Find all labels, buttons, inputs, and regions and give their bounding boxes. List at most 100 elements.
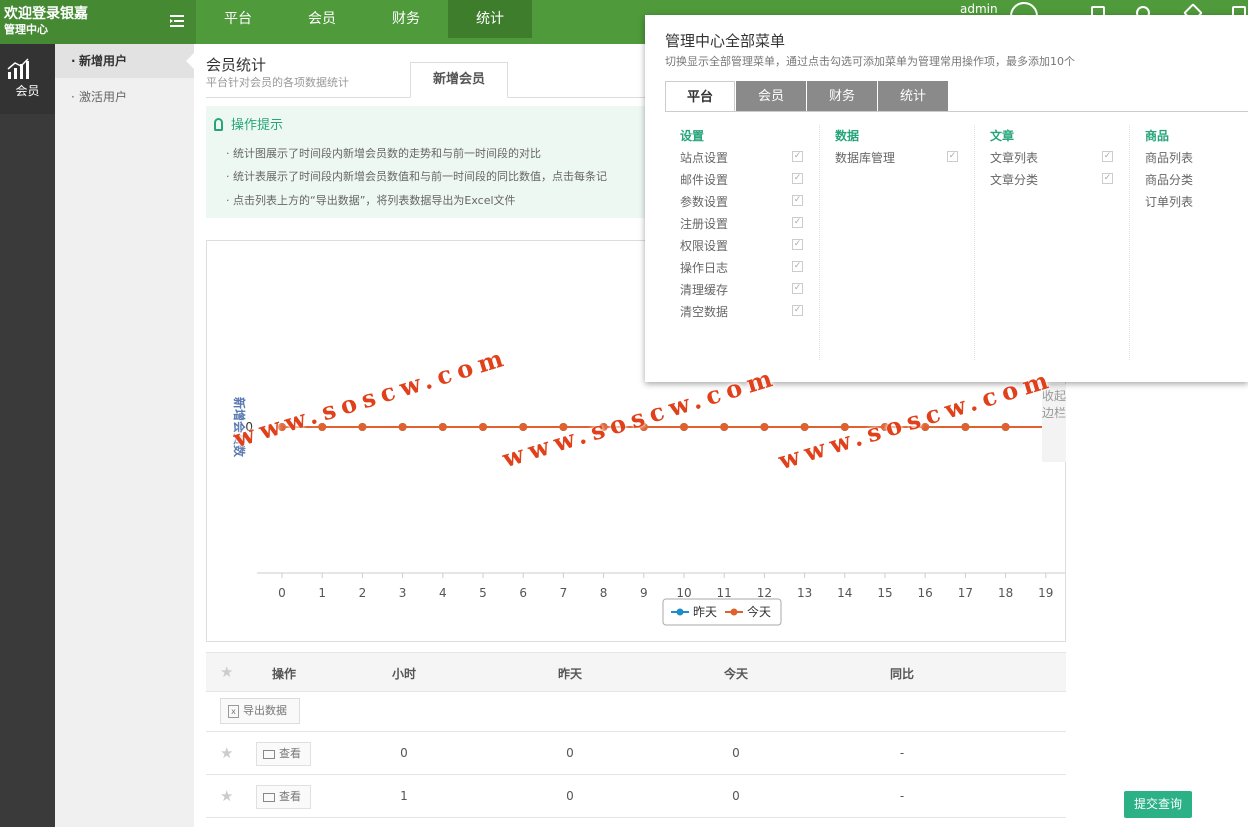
submenu-new-users-label: 新增用户 xyxy=(79,54,128,68)
module-member-label: 会员 xyxy=(15,84,40,98)
checkbox-icon[interactable]: ✓ xyxy=(792,283,803,294)
checkbox-icon[interactable]: ✓ xyxy=(947,151,958,162)
x-tick-label: 17 xyxy=(958,586,973,600)
menu-item[interactable]: 注册设置 xyxy=(680,215,728,232)
submit-query-button[interactable]: 提交查询 xyxy=(1124,791,1192,818)
x-tick-label: 2 xyxy=(359,586,367,600)
panel-subtitle: 切换显示全部管理菜单，通过点击勾选可添加菜单为管理常用操作项，最多添加10个 xyxy=(665,55,1075,68)
data-point xyxy=(720,423,729,431)
export-row: x 导出数据 xyxy=(206,692,1066,732)
view-button[interactable]: 查看 xyxy=(256,785,311,809)
menu-item[interactable]: 清理缓存 xyxy=(680,281,728,298)
menu-column-title: 文章 xyxy=(990,129,1015,143)
chart-icon xyxy=(7,58,29,79)
tip-item: · 点击列表上方的“导出数据”，将列表数据导出为Excel文件 xyxy=(226,194,516,207)
nav-member[interactable]: 会员 xyxy=(280,0,364,38)
menu-item[interactable]: 商品列表 xyxy=(1145,149,1193,166)
tab-new-members[interactable]: 新增会员 xyxy=(410,62,508,98)
panel-tab-finance[interactable]: 财务 xyxy=(807,81,877,112)
panel-tab-member[interactable]: 会员 xyxy=(736,81,806,112)
star-icon[interactable]: ★ xyxy=(220,787,233,805)
data-point xyxy=(519,423,528,431)
export-label: 导出数据 xyxy=(243,704,287,717)
star-icon[interactable]: ★ xyxy=(220,663,233,681)
tips-heading: 操作提示 xyxy=(214,114,283,133)
module-member[interactable]: 会员 xyxy=(0,44,55,114)
menu-item[interactable]: 邮件设置 xyxy=(680,171,728,188)
panel-tab-stats[interactable]: 统计 xyxy=(878,81,948,112)
active-arrow-icon xyxy=(186,53,194,69)
x-tick-label: 9 xyxy=(640,586,648,600)
legend-label: 昨天 xyxy=(693,605,717,619)
checkbox-icon[interactable]: ✓ xyxy=(792,151,803,162)
data-point xyxy=(479,423,487,431)
header-today: 今天 xyxy=(723,667,748,681)
menu-column: 文章文章列表 ✓ 文章分类 ✓ xyxy=(975,125,1130,360)
x-tick-label: 7 xyxy=(560,586,568,600)
menu-item[interactable]: 操作日志 xyxy=(680,259,728,276)
x-tick-label: 0 xyxy=(278,586,286,600)
menu-item[interactable]: 站点设置 xyxy=(680,149,728,166)
panel-tab-platform[interactable]: 平台 xyxy=(665,81,735,112)
tip-item: · 统计表展示了时间段内新增会员数值和与前一时间段的同比数值，点击每条记 xyxy=(226,170,607,183)
cell-hour: 1 xyxy=(400,789,408,803)
menu-collapse-icon[interactable] xyxy=(170,15,184,27)
cell-today: 0 xyxy=(732,789,740,803)
x-tick-label: 8 xyxy=(600,586,608,600)
menu-item[interactable]: 清空数据 xyxy=(680,303,728,320)
x-tick-label: 4 xyxy=(439,586,447,600)
cell-ratio: - xyxy=(899,746,905,760)
checkbox-icon[interactable]: ✓ xyxy=(1102,151,1113,162)
checkbox-icon[interactable]: ✓ xyxy=(792,305,803,316)
welcome-text: 欢迎登录银嘉 xyxy=(4,6,88,22)
nav-platform[interactable]: 平台 xyxy=(196,0,280,38)
star-icon[interactable]: ★ xyxy=(220,744,233,762)
checkbox-icon[interactable]: ✓ xyxy=(792,239,803,250)
checkbox-icon[interactable]: ✓ xyxy=(792,217,803,228)
checkbox-icon[interactable]: ✓ xyxy=(792,173,803,184)
collapse-sidebar-button[interactable]: 收起边栏 xyxy=(1042,384,1066,462)
all-menu-panel: 管理中心全部菜单 切换显示全部管理菜单，通过点击勾选可添加菜单为管理常用操作项，… xyxy=(645,15,1248,382)
x-tick-label: 11 xyxy=(717,586,732,600)
header-ratio: 同比 xyxy=(889,667,914,681)
menu-item[interactable]: 订单列表 xyxy=(1145,193,1193,210)
menu-item[interactable]: 参数设置 xyxy=(680,193,728,210)
admin-name[interactable]: admin xyxy=(960,2,998,16)
menu-item[interactable]: 文章分类 xyxy=(990,171,1038,188)
data-point xyxy=(358,423,367,431)
checkbox-icon[interactable]: ✓ xyxy=(792,195,803,206)
data-point xyxy=(680,423,688,431)
x-tick-label: 3 xyxy=(399,586,407,600)
checkbox-icon[interactable]: ✓ xyxy=(792,261,803,272)
checkbox-icon[interactable]: ✓ xyxy=(1102,173,1113,184)
table-header: ★ 操作 小时 昨天 今天 同比 xyxy=(206,652,1066,692)
view-icon xyxy=(263,793,275,802)
menu-item[interactable]: 文章列表 xyxy=(990,149,1038,166)
menu-column-title: 设置 xyxy=(680,129,705,143)
x-tick-label: 1 xyxy=(318,586,326,600)
x-tick-label: 16 xyxy=(918,586,933,600)
x-tick-label: 5 xyxy=(479,586,487,600)
header-action: 操作 xyxy=(271,667,296,681)
nav-stats[interactable]: 统计 xyxy=(448,0,532,38)
cell-today: 0 xyxy=(732,746,740,760)
menu-item[interactable]: 权限设置 xyxy=(680,237,728,254)
lightbulb-icon xyxy=(214,118,223,131)
menu-item[interactable]: 商品分类 xyxy=(1145,171,1193,188)
submenu-new-users[interactable]: · 新增用户 xyxy=(55,44,194,78)
table-row: ★ 查看 1 0 0 - xyxy=(206,775,1066,818)
x-tick-label: 13 xyxy=(797,586,812,600)
view-button[interactable]: 查看 xyxy=(256,742,311,766)
module-bar: 会员 xyxy=(0,44,55,827)
tip-item: · 统计图展示了时间段内新增会员数的走势和与前一时间段的对比 xyxy=(226,147,541,160)
header-hour: 小时 xyxy=(391,667,416,681)
submenu-active-users[interactable]: · 激活用户 xyxy=(55,80,194,114)
menu-item[interactable]: 数据库管理 xyxy=(835,149,895,166)
panel-title: 管理中心全部菜单 xyxy=(665,32,786,50)
legend-label: 今天 xyxy=(747,604,771,619)
main-nav: 平台 会员 财务 统计 xyxy=(196,0,532,44)
export-button[interactable]: x 导出数据 xyxy=(220,698,300,724)
nav-finance[interactable]: 财务 xyxy=(364,0,448,38)
menu-column-title: 数据 xyxy=(835,129,860,143)
x-tick-label: 18 xyxy=(998,586,1013,600)
